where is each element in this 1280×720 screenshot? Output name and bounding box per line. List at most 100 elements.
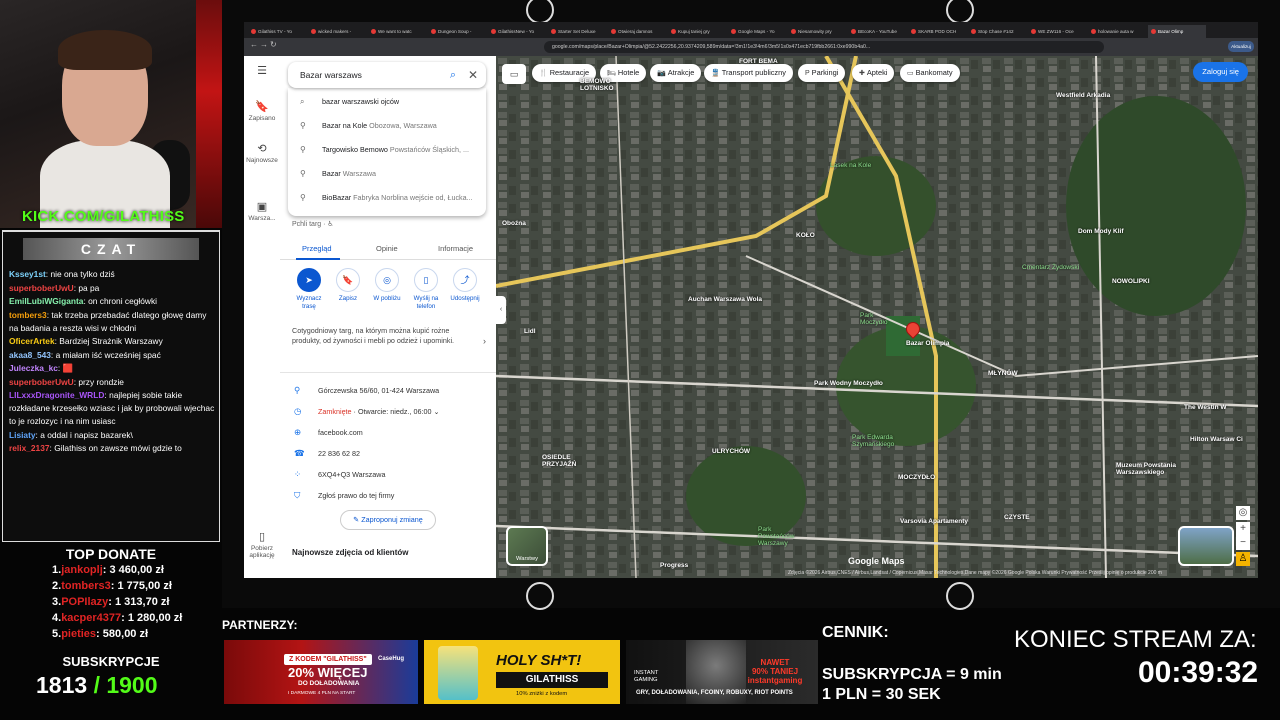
map-menu-icon[interactable]: ▭ [502,64,526,84]
map-label[interactable]: ULRYCHÓW [712,448,750,455]
chevron-right-icon[interactable]: › [483,336,486,346]
browser-tab[interactable]: Stop Chase #142 [968,25,1026,38]
chat-username[interactable]: superboberUwU [9,283,74,293]
map-label[interactable]: NOWOLIPKI [1112,278,1150,285]
map-label[interactable]: Bazar Olimpia [906,340,949,347]
map-label[interactable]: Park Edwarda Szymańskiego [852,434,894,448]
search-suggestion[interactable]: ⚲ Bazar Warszawa [288,162,486,186]
info-row[interactable]: ◷ Zamknięte · Otwarcie: niedz., 06:00 ⌄ [280,401,496,422]
map-label[interactable]: Park Moczydło [860,312,887,326]
info-row[interactable]: ☎ 22 836 62 82 [280,443,496,464]
action-share[interactable]: ⤴ Udostępnij [446,268,484,303]
casehug-banner[interactable]: Z KODEM "GILATHISS" CaseHug 20% WIĘCEJ D… [224,640,418,704]
search-suggestion[interactable]: ⚲ BioBazar Fabryka Norblina wejście od, Ł… [288,186,486,210]
browser-tab[interactable]: WE ZW116 - Oce [1028,25,1086,38]
chat-username[interactable]: Juleczka_kc [9,363,58,373]
browser-tab[interactable]: We want to watc [368,25,426,38]
map-label[interactable]: Hilton Warsaw Ci [1190,436,1243,443]
browser-tab[interactable]: Bazar Olimp [1148,25,1206,38]
info-row[interactable]: ⚲ Górczewska 56/60, 01-424 Warszawa [280,380,496,401]
action-nearby[interactable]: ◎ W pobliżu [368,268,406,303]
browser-tab[interactable]: BEcoKA - YouTube [848,25,906,38]
map-label[interactable]: Auchan Warszawa Wola [688,296,762,303]
action-send-to-phone[interactable]: ▯ Wyślij na telefon [407,268,445,311]
map-label[interactable]: KOŁO [796,232,815,239]
street-view-thumbnail[interactable] [1178,526,1234,566]
info-row[interactable]: ⁘ 6XQ4+Q3 Warszawa [280,464,496,485]
collapse-panel-icon[interactable]: ‹ [496,296,506,324]
map-label[interactable]: CZYSTE [1004,514,1030,521]
map-label[interactable]: MOCZYDŁO [898,474,935,481]
rail-item-zapisano[interactable]: 🔖 Zapisano [244,100,280,122]
map-label[interactable]: Muzeum Powstania Warszawskiego [1116,462,1176,476]
layers-button[interactable]: Warstwy [506,526,548,566]
browser-tab[interactable]: Google Maps - Yo [728,25,786,38]
browser-tab[interactable]: Starter Set Deluxe [548,25,606,38]
my-location-icon[interactable]: ◎ [1236,506,1250,520]
tab-opinie[interactable]: Opinie [376,244,398,253]
chat-username[interactable]: OficerArtek [9,336,55,346]
pegman-icon[interactable]: ♙ [1236,552,1250,566]
browser-tab[interactable]: wicked makers - [308,25,366,38]
browser-tab[interactable]: Niesamowity pry [788,25,846,38]
rail-item-najnowsze[interactable]: ⟲ Najnowsze [244,142,280,164]
map-label[interactable]: Park Wodny Moczydło [814,380,883,387]
info-row[interactable]: ⛉ Zgłoś prawo do tej firmy [280,485,496,506]
zoom-in-button[interactable]: + [1236,522,1250,536]
satellite-map[interactable]: ▭ 🍴 Restauracje 🛏 Hotele 📷 Atrakcje 🚆 Transport… [496,56,1258,578]
close-icon[interactable]: ✕ [468,62,478,88]
tab-przegląd[interactable]: Przegląd [302,244,332,253]
search-suggestion[interactable]: ⚲ Targowisko Bemowo Powstańców Śląskich, … [288,138,486,162]
place-description[interactable]: Cotygodniowy targ, na którym można kupić… [292,326,468,346]
chat-username[interactable]: LILxxxDragonite_WRLD [9,390,104,400]
tab-informacje[interactable]: Informacje [438,244,473,253]
map-label[interactable]: The Westin W [1184,404,1227,411]
map-label[interactable]: Cmentarz Żydowski [1022,264,1079,271]
search-icon[interactable]: ⌕ [450,62,456,88]
map-label[interactable]: Varsovia Apartamenty [900,518,968,525]
browser-tab[interactable]: GilathissNew - Yo [488,25,546,38]
map-label[interactable]: Oboźna [502,220,526,227]
search-suggestion[interactable]: ⌕ bazar warszawski ojców [288,90,486,114]
map-label[interactable]: Westfield Arkadia [1056,92,1110,99]
map-label[interactable]: Park Powstańców Warszawy [758,526,795,547]
reload-icon[interactable]: ↻ [270,40,277,49]
info-row[interactable]: ⊕ facebook.com [280,422,496,443]
update-button[interactable]: Aktualizuj [1228,41,1254,52]
map-label[interactable]: OSIEDLE PRZYJAŹŃ [542,454,576,468]
back-icon[interactable]: ← [250,40,258,49]
rail-item-menu[interactable]: ☰ [244,64,280,79]
holy-banner[interactable]: HOLY SH*T! GILATHISS 10% zniżki z kodem [424,640,620,704]
chat-username[interactable]: EmilLubiWGiganta [9,296,83,306]
action-bookmark[interactable]: 🔖 Zapisz [329,268,367,303]
url-field[interactable]: google.com/maps/place/Bazar+Olimpia/@52.… [544,41,1104,53]
chat-username[interactable]: Lisiaty [9,430,36,440]
chip-bankomaty[interactable]: ▭ Bankomaty [900,64,960,82]
chat-username[interactable]: Kssey1st [9,269,46,279]
chat-username[interactable]: tombers3 [9,310,47,320]
browser-tab[interactable]: SKARB POD OCH [908,25,966,38]
zoom-out-button[interactable]: − [1236,536,1250,550]
rail-item-warsza-[interactable]: ▣ Warsza... [244,200,280,222]
maps-search-input[interactable]: Bazar warszaws ⌕ ✕ [288,62,486,88]
login-button[interactable]: Zaloguj się [1193,62,1248,82]
instant-gaming-banner[interactable]: INSTANT GAMING NAWET 90% TANIEJ instantg… [626,640,818,704]
map-label[interactable]: Dom Mody Klif [1078,228,1124,235]
chip-atrakcje[interactable]: 📷 Atrakcje [650,64,702,82]
map-label[interactable]: MŁYNÓW [988,370,1018,377]
browser-tab[interactable]: Dungeon Soup - [428,25,486,38]
map-label[interactable]: FORT BEMA [739,58,778,65]
forward-icon[interactable]: → [260,40,268,49]
map-label[interactable]: BEMOWO LOTNISKO [580,78,614,92]
action-directions[interactable]: ➤ Wyznacz trasę [290,268,328,311]
suggest-edit-button[interactable]: ✎ Zaproponuj zmianę [340,510,436,530]
rail-item-pobierz-aplikacj-[interactable]: ▯ Pobierz aplikację [244,530,280,559]
chip-parkingi[interactable]: P Parkingi [798,64,846,82]
map-label[interactable]: Lidl [524,328,536,335]
chip-transport-publiczny[interactable]: 🚆 Transport publiczny [704,64,793,82]
browser-tab[interactable]: holowanie auta w [1088,25,1146,38]
map-label[interactable]: Lasek na Kole [830,162,871,169]
browser-tab[interactable]: Otwieraj damnos [608,25,666,38]
chat-username[interactable]: relix_2137 [9,443,50,453]
browser-tab[interactable]: Kupuj taniej gry [668,25,726,38]
